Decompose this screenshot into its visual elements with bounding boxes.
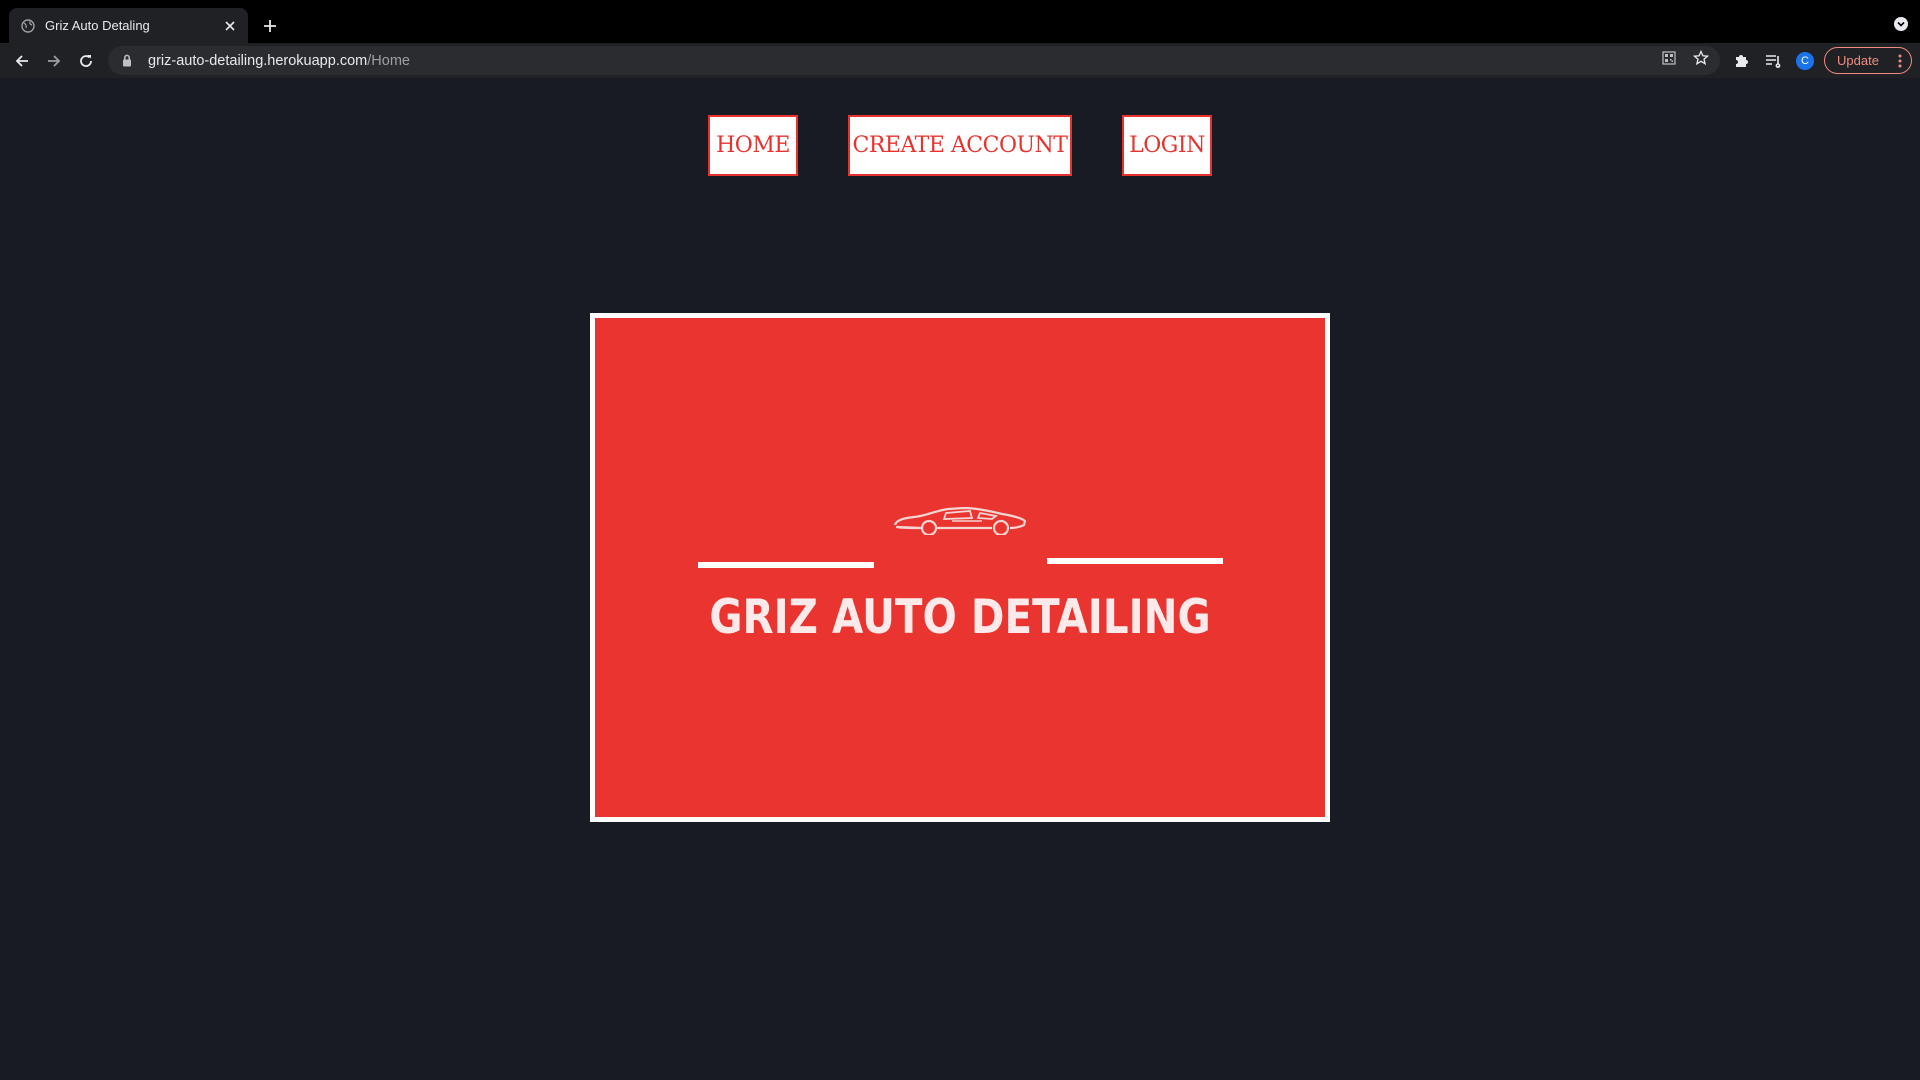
bookmark-star-icon[interactable] <box>1692 49 1710 67</box>
globe-icon <box>21 18 35 33</box>
nav-create-account-button[interactable]: CREATE ACCOUNT <box>848 115 1072 176</box>
profile-avatar[interactable]: C <box>1796 52 1814 70</box>
car-logo-icon <box>893 507 1027 535</box>
update-label: Update <box>1837 53 1879 68</box>
close-tab-icon[interactable] <box>222 18 238 34</box>
hero-divider-left <box>698 562 874 568</box>
reading-list-icon[interactable] <box>1763 50 1783 70</box>
nav-login-button[interactable]: LOGIN <box>1122 115 1212 176</box>
new-tab-icon[interactable] <box>258 14 282 38</box>
reload-icon[interactable] <box>73 48 99 74</box>
back-arrow-icon[interactable] <box>9 48 35 74</box>
tab-search-icon[interactable] <box>1892 15 1910 33</box>
nav-home-button[interactable]: HOME <box>708 115 798 176</box>
url-path: /Home <box>367 52 410 69</box>
browser-tab-active[interactable]: Griz Auto Detaling <box>9 8 248 43</box>
url-host: griz-auto-detailing.herokuapp.com <box>148 52 368 69</box>
url-text: griz-auto-detailing.herokuapp.com/Home <box>148 53 410 69</box>
forward-arrow-icon[interactable] <box>41 48 67 74</box>
qr-code-icon[interactable] <box>1660 49 1678 67</box>
extensions-puzzle-icon[interactable] <box>1731 50 1751 70</box>
hero-logo: GRIZ AUTO DETAILING <box>595 318 1325 817</box>
more-vertical-icon[interactable] <box>1898 53 1902 74</box>
hero-divider-right <box>1047 558 1223 564</box>
update-button[interactable]: Update <box>1824 47 1912 74</box>
tab-title: Griz Auto Detaling <box>45 18 150 33</box>
address-bar[interactable]: griz-auto-detailing.herokuapp.com/Home <box>108 46 1720 75</box>
browser-toolbar: griz-auto-detailing.herokuapp.com/Home C… <box>0 43 1920 78</box>
hero-banner: GRIZ AUTO DETAILING <box>590 313 1330 822</box>
lock-icon[interactable] <box>122 54 134 68</box>
browser-tabstrip: Griz Auto Detaling <box>0 0 1920 43</box>
hero-title: GRIZ AUTO DETAILING <box>709 590 1211 645</box>
page-body: HOME CREATE ACCOUNT LOGIN GRIZ AUTO DETA… <box>0 78 1920 1080</box>
